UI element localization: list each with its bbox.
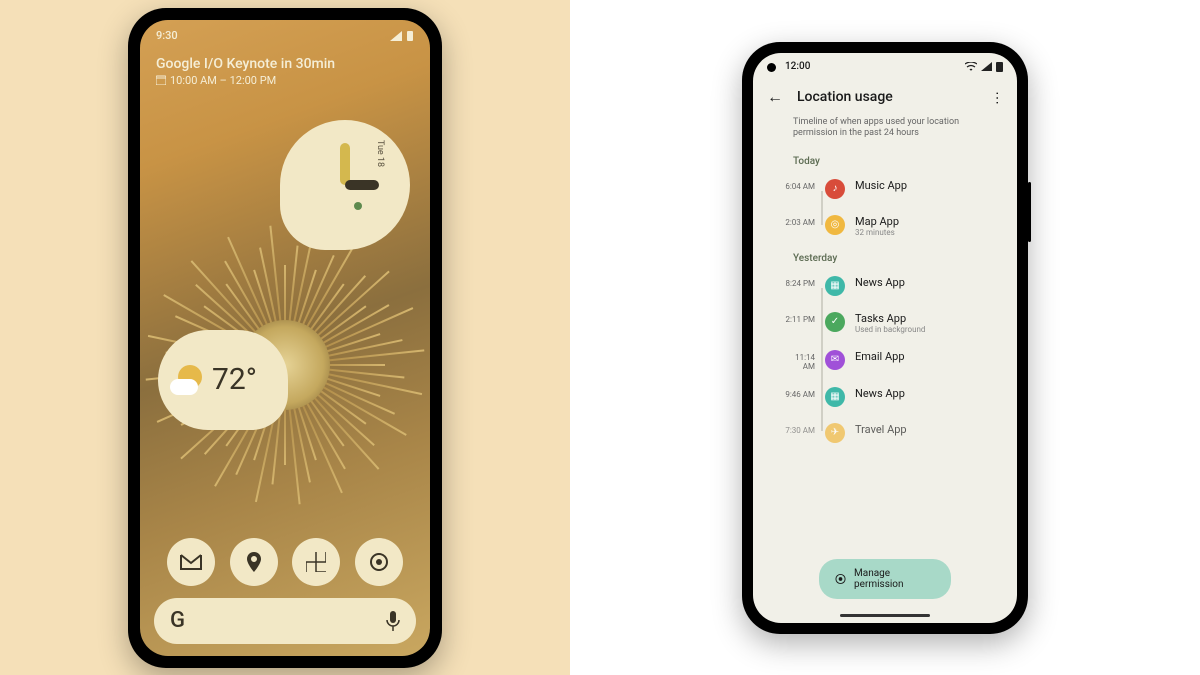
app-icon-tasks: ✓ [825,312,845,332]
power-button [1028,182,1031,242]
app-icon-travel: ✈ [825,423,845,443]
timeline-entry[interactable]: 6:04 AM ♪ Music App [783,171,1001,207]
timeline-entry[interactable]: 9:46 AM ▦ News App [783,379,1001,415]
app-icon-news: ▦ [825,276,845,296]
nav-handle[interactable] [840,614,930,617]
manage-permission-button[interactable]: Manage permission [819,559,951,599]
photos-app-icon[interactable] [292,538,340,586]
page-title: Location usage [797,89,977,105]
app-icon-map: ◎ [825,215,845,235]
status-bar: 12:00 [753,53,1017,77]
back-button[interactable]: ← [767,87,783,107]
clock-dot [354,202,362,210]
home-screen[interactable]: 9:30 Google I/O Keynote in 30min 10:00 A… [140,20,430,656]
timeline-entry[interactable]: 2:11 PM ✓ Tasks App Used in background [783,304,1001,342]
wifi-icon [965,62,977,71]
app-icon-music: ♪ [825,179,845,199]
section-today: Today [753,148,1017,171]
page-subtitle: Timeline of when apps used your location… [753,117,1017,148]
youtube-app-icon[interactable] [355,538,403,586]
weather-widget[interactable]: 72° [158,330,288,430]
phone-mock-right: 12:00 ← Location usage ⋯ Timeline of whe… [742,42,1028,634]
right-panel: 12:00 ← Location usage ⋯ Timeline of whe… [570,0,1200,675]
event-time: 10:00 AM – 12:00 PM [156,74,414,87]
gmail-app-icon[interactable] [167,538,215,586]
maps-app-icon[interactable] [230,538,278,586]
gear-icon [835,573,846,585]
clock-widget[interactable]: Tue 18 [280,120,410,250]
signal-icon [981,62,992,71]
pinwheel-icon [306,552,326,572]
phone-mock-left: 9:30 Google I/O Keynote in 30min 10:00 A… [128,8,442,668]
left-panel: 9:30 Google I/O Keynote in 30min 10:00 A… [0,0,570,675]
event-widget[interactable]: Google I/O Keynote in 30min 10:00 AM – 1… [156,56,414,87]
app-icon-email: ✉ [825,350,845,370]
battery-icon [996,61,1003,72]
clock-minute-hand [345,180,379,190]
status-icons [390,30,414,42]
timeline-entry[interactable]: 2:03 AM ◎ Map App 32 minutes [783,207,1001,245]
more-menu-button[interactable]: ⋯ [989,91,1005,103]
settings-screen[interactable]: 12:00 ← Location usage ⋯ Timeline of whe… [753,53,1017,623]
signal-icon [390,31,402,41]
timeline-yesterday: 8:24 PM ▦ News App 2:11 PM ✓ Tasks App U… [753,268,1017,451]
clock-hour-hand [340,143,350,185]
event-title: Google I/O Keynote in 30min [156,56,414,72]
app-favorites-row [140,538,430,586]
status-time: 9:30 [156,29,178,42]
pin-icon [247,552,261,572]
section-yesterday: Yesterday [753,245,1017,268]
timeline-entry[interactable]: 11:14 AM ✉ Email App [783,342,1001,379]
mic-icon[interactable] [386,611,400,631]
timeline-today: 6:04 AM ♪ Music App 2:03 AM ◎ Map App 32… [753,171,1017,245]
mail-icon [180,554,202,570]
clock-date: Tue 18 [375,140,385,167]
page-header: ← Location usage ⋯ [753,77,1017,117]
timeline-entry[interactable]: 7:30 AM ✈ Travel App [783,415,1001,451]
google-logo: G [170,608,185,633]
status-bar: 9:30 [140,20,430,48]
battery-icon [406,30,414,42]
weather-temp: 72° [212,362,257,397]
search-bar[interactable]: G [154,598,416,644]
status-icons [965,61,1003,73]
weather-icon [170,363,204,397]
camera-hole [767,63,776,72]
app-icon-news: ▦ [825,387,845,407]
circle-icon [369,552,389,572]
calendar-icon [156,75,166,85]
timeline-entry[interactable]: 8:24 PM ▦ News App [783,268,1001,304]
